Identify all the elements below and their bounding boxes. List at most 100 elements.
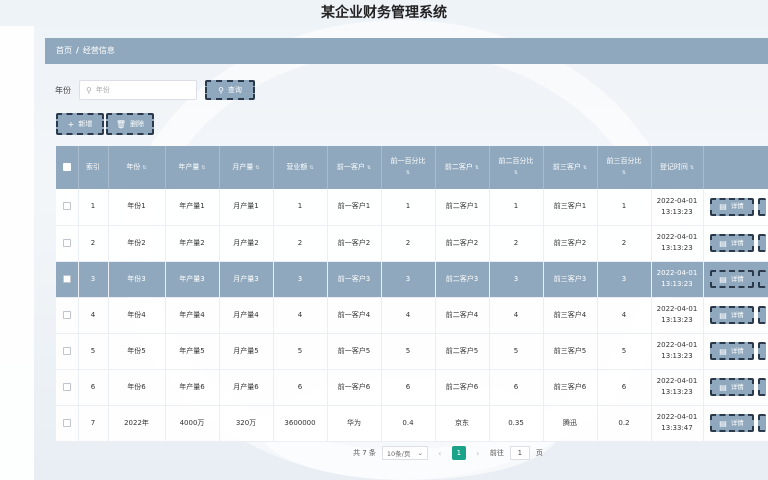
sort-icon[interactable]: ⇅ [367, 163, 371, 174]
row-register-date: 2022-04-01 [656, 377, 698, 385]
header-customer-1[interactable]: 前一客户 ⇅ [327, 146, 382, 189]
row-monthly-output: 月产量4 [219, 297, 274, 334]
detail-button[interactable]: ▤ 详情 [709, 234, 754, 252]
sort-icon[interactable]: ⇅ [492, 168, 541, 179]
sort-icon[interactable]: ⇅ [475, 163, 479, 174]
header-percent-1[interactable]: 前一百分比 ⇅ [381, 146, 436, 189]
row-register-date: 2022-04-01 [656, 196, 698, 205]
row-checkbox[interactable] [56, 297, 79, 334]
page-size-select[interactable]: 10条/页 ⌄ [381, 446, 428, 460]
detail-button[interactable]: ▤ 详情 [709, 197, 754, 216]
row-register-clock: 13:13:23 [661, 316, 693, 324]
row-percent-1: 6 [381, 369, 436, 406]
sort-icon[interactable]: ⇅ [384, 168, 433, 179]
sort-icon[interactable]: ⇅ [255, 163, 259, 174]
breadcrumb-home[interactable]: 首页 [56, 46, 72, 55]
row-percent-1: 2 [381, 225, 436, 262]
row-annual-output: 年产量4 [165, 297, 220, 334]
more-action-button[interactable] [757, 234, 766, 252]
header-customer-3[interactable]: 前三客户 ⇅ [543, 146, 598, 189]
more-action-button[interactable] [757, 197, 766, 216]
table-row[interactable]: 4 年份4 年产量4 月产量4 4 前一客户4 4 前二客户4 4 前三客户4 4 2022-04-0… [56, 297, 768, 334]
header-monthly-output[interactable]: 月产量 ⇅ [219, 146, 274, 189]
table-row[interactable]: 7 2022年 4000万 320万 3600000 华为 0.4 京东 0.35 腾迅 0.2 20… [56, 405, 768, 442]
search-input[interactable]: ⚲ 年份 [79, 80, 197, 100]
more-action-button[interactable] [757, 342, 766, 360]
detail-button[interactable]: ▤ 详情 [709, 306, 754, 324]
more-action-button[interactable] [757, 414, 766, 432]
row-checkbox[interactable] [56, 225, 79, 262]
plus-icon: + [67, 119, 75, 129]
sort-icon[interactable]: ⇅ [309, 163, 313, 174]
row-checkbox[interactable] [56, 189, 79, 226]
row-annual-output: 年产量2 [165, 225, 220, 262]
row-percent-2: 1 [489, 189, 544, 226]
select-all-checkbox[interactable] [56, 146, 79, 189]
row-percent-2: 3 [489, 261, 544, 298]
row-customer-3: 前三客户4 [543, 297, 598, 334]
next-page-icon[interactable]: › [472, 449, 484, 458]
header-register-time[interactable]: 登记时间 ⇅ [651, 146, 704, 189]
trash-icon: 🗑 [115, 119, 127, 129]
row-monthly-output: 月产量3 [219, 261, 274, 298]
table-row[interactable]: 5 年份5 年产量5 月产量5 5 前一客户5 5 前二客户5 5 前三客户5 5 2022-04-0… [56, 333, 768, 370]
row-percent-2: 4 [489, 297, 544, 334]
table-row[interactable]: 1 年份1 年产量1 月产量1 1 前一客户1 1 前二客户1 1 前三客户1 1 2022-04-0… [56, 189, 768, 226]
pagination: 共 7 条 10条/页 ⌄ ‹ 1 › 前往 1 页 [353, 446, 543, 460]
table-row[interactable]: 6 年份6 年产量6 月产量6 6 前一客户6 6 前二客户6 6 前三客户6 6 2022-04-0… [56, 369, 768, 406]
detail-button[interactable]: ▤ 详情 [709, 270, 754, 288]
more-action-button[interactable] [757, 306, 766, 324]
row-customer-1: 前一客户3 [327, 261, 382, 298]
row-customer-3: 前三客户3 [543, 261, 598, 298]
sort-icon[interactable]: ⇅ [142, 163, 146, 174]
table-row[interactable]: 3 年份3 年产量3 月产量3 3 前一客户3 3 前二客户3 3 前三客户3 3 2022-04-0… [56, 261, 768, 298]
row-checkbox[interactable] [56, 333, 79, 370]
page-number-current[interactable]: 1 [451, 446, 466, 460]
header-percent-3[interactable]: 前三百分比 ⇅ [597, 146, 652, 189]
header-customer-2[interactable]: 前二客户 ⇅ [435, 146, 490, 189]
header-annual-output[interactable]: 年产量 ⇅ [165, 146, 220, 189]
table-row[interactable]: 2 年份2 年产量2 月产量2 2 前一客户2 2 前二客户2 2 前三客户2 2 2022-04-0… [56, 225, 768, 262]
row-customer-1: 华为 [327, 405, 382, 442]
sort-icon[interactable]: ⇅ [600, 168, 649, 179]
row-percent-3: 1 [597, 189, 652, 226]
add-button-label: 新增 [78, 120, 93, 128]
row-checkbox[interactable] [56, 261, 79, 298]
sort-icon[interactable]: ⇅ [201, 163, 205, 174]
header-revenue[interactable]: 营业额 ⇅ [273, 146, 328, 189]
row-actions: ▤ 详情 [703, 261, 768, 298]
row-checkbox[interactable] [56, 405, 79, 442]
header-year[interactable]: 年份 ⇅ [108, 146, 166, 189]
document-icon: ▤ [719, 238, 727, 248]
row-checkbox[interactable] [56, 369, 79, 406]
sort-icon[interactable]: ⇅ [583, 163, 587, 174]
sort-icon[interactable]: ⇅ [690, 163, 694, 174]
goto-page-input[interactable]: 1 [509, 446, 530, 460]
add-button[interactable]: + 新增 [56, 113, 104, 135]
more-action-button[interactable] [757, 270, 766, 288]
row-customer-3: 前三客户6 [543, 369, 598, 406]
row-register-clock: 13:13:23 [661, 388, 693, 396]
header-percent-2[interactable]: 前二百分比 ⇅ [489, 146, 544, 189]
row-customer-1: 前一客户5 [327, 333, 382, 370]
document-icon: ▤ [719, 418, 727, 428]
row-register-date: 2022-04-01 [656, 305, 698, 313]
more-action-button[interactable] [757, 378, 766, 396]
header-index[interactable]: 索引 [78, 146, 109, 189]
search-icon: ⚲ [86, 85, 92, 95]
row-percent-1: 0.4 [381, 405, 436, 442]
detail-button[interactable]: ▤ 详情 [709, 342, 754, 360]
row-register-time: 2022-04-01 13:13:23 [651, 261, 704, 298]
detail-button[interactable]: ▤ 详情 [709, 378, 754, 396]
table-header-row: 索引 年份 ⇅ 年产量 ⇅ 月产量 ⇅ 营业额 ⇅ 前一客户 ⇅ 前一百分比 ⇅ 前二客户 ⇅… [56, 146, 768, 189]
left-panel [0, 26, 34, 480]
search-label: 年份 [55, 85, 71, 95]
query-button[interactable]: ⚲ 查询 [205, 80, 255, 100]
goto-label: 前往 [489, 449, 504, 457]
row-percent-2: 2 [489, 225, 544, 262]
row-actions: ▤ 详情 [703, 225, 768, 262]
prev-page-icon[interactable]: ‹ [434, 449, 446, 458]
detail-button[interactable]: ▤ 详情 [709, 414, 754, 432]
row-register-clock: 13:33:47 [661, 424, 693, 432]
delete-button[interactable]: 🗑 删除 [106, 113, 154, 135]
